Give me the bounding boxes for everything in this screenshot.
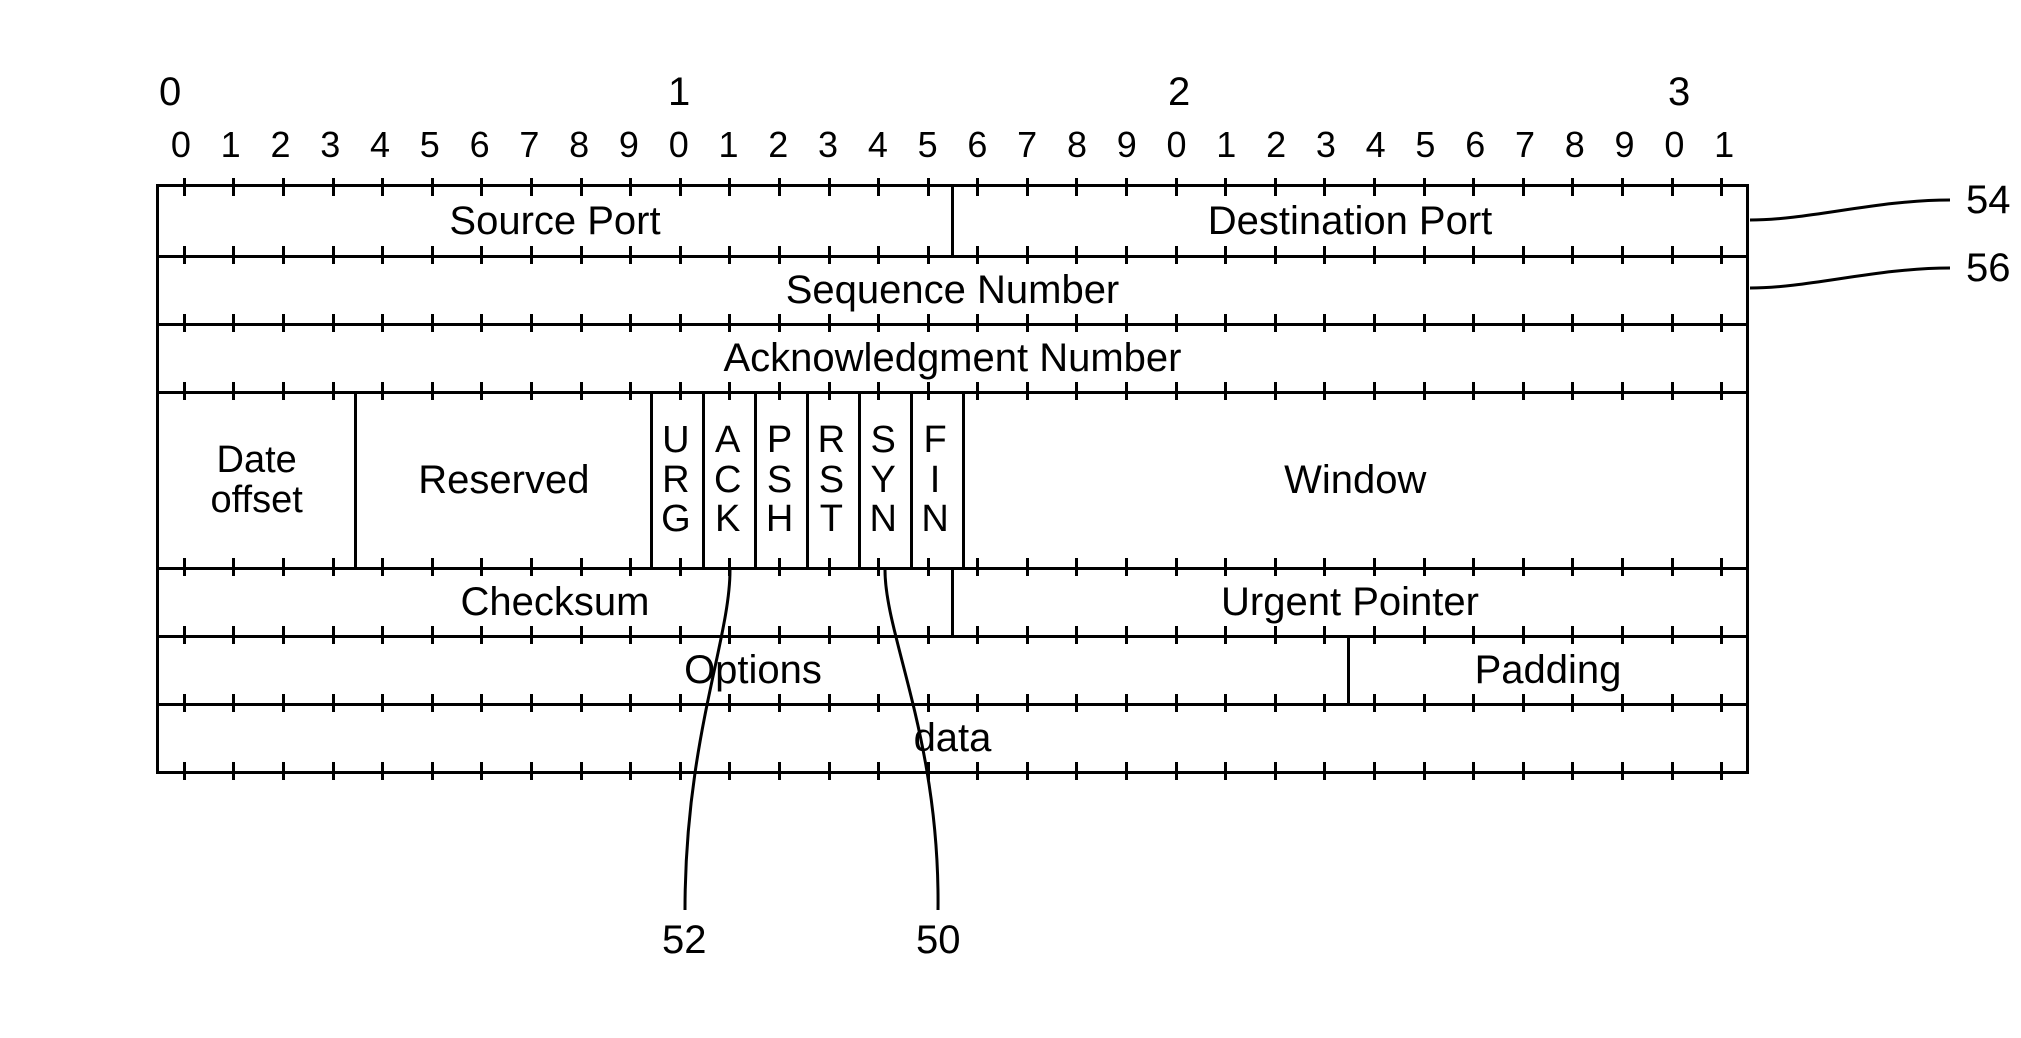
bit-label-4: 4 — [355, 124, 405, 166]
rst-3: T — [820, 500, 847, 540]
row-options: Options Padding — [159, 635, 1746, 703]
bit-label-7: 7 — [504, 124, 554, 166]
bit-label-31: 1 — [1699, 124, 1749, 166]
psh-3: H — [766, 500, 797, 540]
bit-label-11: 1 — [703, 124, 753, 166]
bit-label-10: 0 — [654, 124, 704, 166]
callout-52: 52 — [662, 918, 707, 963]
field-data: data — [159, 706, 1746, 771]
bit-label-28: 8 — [1550, 124, 1600, 166]
bit-label-23: 3 — [1301, 124, 1351, 166]
field-date-offset: Date offset — [159, 394, 354, 567]
bit-label-27: 7 — [1500, 124, 1550, 166]
row-flags: Date offset Reserved U R G A C K P S H — [159, 391, 1746, 567]
bit-label-5: 5 — [405, 124, 455, 166]
field-sequence-number: Sequence Number — [159, 258, 1746, 323]
bit-label-2: 2 — [255, 124, 305, 166]
flag-rst: R S T — [806, 394, 858, 567]
urg-2: R — [662, 461, 693, 501]
field-urgent-pointer: Urgent Pointer — [951, 570, 1746, 635]
bit-label-9: 9 — [604, 124, 654, 166]
syn-3: N — [870, 500, 901, 540]
psh-2: S — [767, 461, 796, 501]
bit-label-29: 9 — [1600, 124, 1650, 166]
bit-label-20: 0 — [1152, 124, 1202, 166]
flag-ack: A C K — [702, 394, 754, 567]
bit-label-15: 5 — [903, 124, 953, 166]
field-source-port: Source Port — [159, 187, 951, 255]
field-destination-port: Destination Port — [951, 187, 1746, 255]
bit-label-21: 1 — [1201, 124, 1251, 166]
flag-psh: P S H — [754, 394, 806, 567]
field-reserved: Reserved — [354, 394, 650, 567]
diagram-canvas: 0 1 2 3 01234567890123456789012345678901… — [0, 0, 2021, 1038]
diagram-stage: 0 1 2 3 01234567890123456789012345678901… — [150, 70, 1760, 774]
tcp-header-table: Source Port Destination Port Sequence Nu… — [156, 184, 1749, 774]
ack-1: A — [715, 421, 744, 461]
field-window: Window — [962, 394, 1747, 567]
fin-2: I — [930, 461, 945, 501]
bit-label-18: 8 — [1052, 124, 1102, 166]
bit-label-8: 8 — [554, 124, 604, 166]
urg-1: U — [662, 421, 693, 461]
field-padding: Padding — [1347, 638, 1746, 703]
ack-2: C — [714, 461, 745, 501]
syn-2: Y — [871, 461, 900, 501]
bit-label-25: 5 — [1400, 124, 1450, 166]
bit-label-24: 4 — [1351, 124, 1401, 166]
flag-urg: U R G — [650, 394, 702, 567]
syn-1: S — [871, 421, 900, 461]
psh-1: P — [767, 421, 796, 461]
bit-label-3: 3 — [305, 124, 355, 166]
row-checksum: Checksum Urgent Pointer — [159, 567, 1746, 635]
bit-group-3: 3 — [1668, 70, 1690, 115]
field-options: Options — [159, 638, 1347, 703]
bit-label-30: 0 — [1649, 124, 1699, 166]
bit-group-2: 2 — [1168, 70, 1190, 115]
rst-1: R — [818, 421, 849, 461]
bit-label-22: 2 — [1251, 124, 1301, 166]
flag-fin: F I N — [910, 394, 962, 567]
field-date-offset-l1: Date — [217, 441, 297, 481]
bit-label-17: 7 — [1002, 124, 1052, 166]
field-date-offset-l2: offset — [211, 481, 303, 521]
bit-group-1: 1 — [668, 70, 690, 115]
bit-label-19: 9 — [1102, 124, 1152, 166]
row-ports: Source Port Destination Port — [159, 187, 1746, 255]
bit-group-0: 0 — [159, 70, 181, 115]
callout-54: 54 — [1966, 178, 2011, 223]
callout-50: 50 — [916, 918, 961, 963]
bit-label-26: 6 — [1450, 124, 1500, 166]
row-data: data — [159, 703, 1746, 771]
callout-56: 56 — [1966, 246, 2011, 291]
bit-label-0: 0 — [156, 124, 206, 166]
bit-label-12: 2 — [753, 124, 803, 166]
urg-3: G — [661, 500, 695, 540]
bit-label-14: 4 — [853, 124, 903, 166]
fin-1: F — [923, 421, 950, 461]
row-sequence: Sequence Number — [159, 255, 1746, 323]
bit-label-6: 6 — [455, 124, 505, 166]
fin-3: N — [921, 500, 952, 540]
field-ack-number: Acknowledgment Number — [159, 326, 1746, 391]
rst-2: S — [819, 461, 848, 501]
ack-3: K — [715, 500, 744, 540]
field-checksum: Checksum — [159, 570, 951, 635]
bit-label-13: 3 — [803, 124, 853, 166]
bit-label-16: 6 — [952, 124, 1002, 166]
row-ack-number: Acknowledgment Number — [159, 323, 1746, 391]
bit-label-1: 1 — [206, 124, 256, 166]
bit-ruler: 0 1 2 3 01234567890123456789012345678901 — [150, 70, 1760, 180]
flag-syn: S Y N — [858, 394, 910, 567]
